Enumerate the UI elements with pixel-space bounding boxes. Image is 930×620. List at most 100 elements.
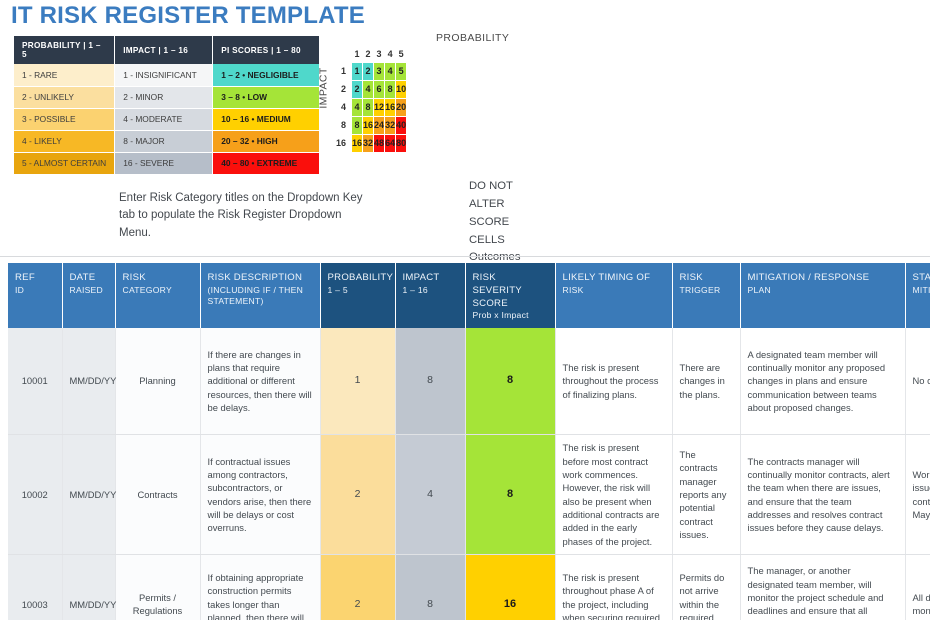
matrix-score-cell: 48 [373,133,386,153]
matrix-score-cell: 4 [384,61,397,81]
matrix-corner-cell [336,46,352,62]
matrix-score-cell: 16 [362,115,375,135]
matrix-row: 4 4 8 12 16 20 [336,97,408,117]
legend-row: 2 - UNLIKELY 2 - MINOR 3 – 8 • LOW [14,86,319,109]
cell-date-raised[interactable]: MM/DD/YY [62,554,116,620]
register-header-mitigation-response: MITIGATION / RESPONSE PLAN [740,263,906,328]
cell-risk-description[interactable]: If there are changes in plans that requi… [200,327,321,436]
header-line-secondary: PLAN [747,284,771,295]
cell-risk-description[interactable]: If contractual issues among contractors,… [200,434,321,555]
matrix-score-cell: 32 [384,115,397,135]
legend-impact-cell: 8 - MAJOR [114,130,214,153]
cell-likely-timing[interactable]: The risk is present before most contract… [555,434,673,555]
cell-ref-id[interactable]: 10003 [8,554,63,620]
cell-risk-category[interactable]: Contracts [115,434,201,555]
cell-risk-trigger[interactable]: There are changes in the plans. [672,327,741,436]
header-line-primary: DATE [69,272,96,283]
cell-date-raised[interactable]: MM/DD/YY [62,434,116,555]
header-line-primary: RISK [122,272,146,283]
cell-status-of-mitigation[interactable]: No current status update. [905,327,930,436]
register-header-probability: PROBABILITY 1 – 5 [320,263,396,328]
header-line-primary: RISK DESCRIPTION [207,272,303,283]
cell-date-raised[interactable]: MM/DD/YY [62,327,116,436]
matrix-x-tick: 4 [387,48,393,59]
cell-risk-description[interactable]: If obtaining appropriate construction pe… [200,554,321,620]
risk-key-legend-table: PROBABILITY | 1 – 5 IMPACT | 1 – 16 PI S… [14,36,319,175]
matrix-score-cell: 8 [384,79,397,99]
legend-row: 4 - LIKELY 8 - MAJOR 20 – 32 • HIGH [14,130,319,153]
note-dropdown-key: Enter Risk Category titles on the Dropdo… [119,192,363,239]
legend-score-cell: 3 – 8 • LOW [212,86,319,109]
cell-risk-trigger[interactable]: Permits do not arrive within the require… [672,554,741,620]
cell-ref-id[interactable]: 10001 [8,327,63,436]
cell-impact[interactable]: 8 [395,327,466,436]
matrix-score-cell: 16 [351,133,364,153]
cell-impact[interactable]: 4 [395,434,466,555]
register-header-risk: RISK TRIGGER [672,263,741,328]
matrix-x-tick: 5 [398,48,404,59]
matrix-y-tick: 1 [341,66,347,76]
cell-likely-timing[interactable]: The risk is present throughout phase A o… [555,554,673,620]
matrix-score-cell: 80 [395,133,408,153]
header-line-secondary: TRIGGER [679,284,721,295]
cell-ref-id[interactable]: 10002 [8,434,63,555]
register-header-impact: IMPACT 1 – 16 [395,263,466,328]
cell-risk-severity-score: 16 [465,554,556,620]
register-header-ref: REF ID [8,263,63,328]
cell-impact[interactable]: 8 [395,554,466,620]
table-row[interactable]: 10002 MM/DD/YY Contracts If contractual iss… [8,434,930,555]
cell-likely-timing[interactable]: The risk is present throughout the proce… [555,327,673,436]
matrix-row: 16 16 32 48 64 80 [336,133,408,153]
legend-score-cell: 1 – 2 • NEGLIGIBLE [212,64,319,87]
matrix-row: 8 8 16 24 32 40 [336,115,408,135]
matrix-x-tick: 2 [365,48,371,59]
table-row[interactable]: 10003 MM/DD/YY Permits / Regulations If obt… [8,554,930,620]
section-divider [0,256,930,257]
legend-row: 1 - RARE 1 - INSIGNIFICANT 1 – 2 • NEGLIGI… [14,64,319,87]
cell-probability[interactable]: 1 [320,327,396,436]
cell-status-of-mitigation[interactable]: Working to resolve unresolved issues wit… [905,434,930,555]
cell-status-of-mitigation[interactable]: All deadlines currently being monitored. [905,554,930,620]
header-line-primary: PROBABILITY [327,272,394,283]
cell-probability[interactable]: 2 [320,434,396,555]
legend-probability-cell: 4 - LIKELY [14,130,116,153]
matrix-score-cell: 4 [351,97,364,117]
cell-mitigation-plan[interactable]: The contracts manager will continually m… [740,434,906,555]
matrix-grid: 12345 1 1 2 3 4 5 2 2 4 6 8 10 4 4 8 12 16 20 8 8 16 24 32 40 16… [336,46,408,153]
matrix-score-cell: 32 [362,133,375,153]
matrix-row: 112345 [336,61,408,81]
matrix-score-cell: 6 [373,79,386,99]
cell-mitigation-plan[interactable]: The manager, or another designated team … [740,554,906,620]
cell-mitigation-plan[interactable]: A designated team member will continuall… [740,327,906,436]
header-line-secondary: RAISED [69,284,103,295]
matrix-score-cell: 8 [351,115,364,135]
table-row[interactable]: 10001 MM/DD/YY Planning If there are change… [8,327,930,436]
matrix-score-cell: 2 [362,61,375,81]
matrix-y-tick: 16 [336,138,347,148]
matrix-score-cell: 64 [384,133,397,153]
risk-register-table: REF ID DATE RAISED RISK CATEGORY RISK DESCRIPT… [8,263,930,620]
cell-risk-category[interactable]: Permits / Regulations [115,554,201,620]
header-line-primary: LIKELY TIMING OF [562,272,651,283]
matrix-score-cell: 20 [395,97,408,117]
legend-probability-cell: 1 - RARE [14,64,116,87]
header-line-secondary: CATEGORY [122,284,172,295]
matrix-y-tick: 4 [341,102,347,112]
matrix-impact-axis-label: IMPACT [317,67,330,109]
legend-header-probability: PROBABILITY | 1 – 5 [14,36,116,64]
cell-risk-category[interactable]: Planning [115,327,201,436]
cell-probability[interactable]: 2 [320,554,396,620]
matrix-score-cell: 5 [395,61,408,81]
matrix-score-cell: 10 [395,79,408,99]
header-line-secondary: Prob x Impact [472,310,529,321]
register-header-risk-severity-score: RISK SEVERITY SCORE Prob x Impact [465,263,556,328]
register-header-likely-timing-of: LIKELY TIMING OF RISK [555,263,673,328]
header-line-primary: STATUS OF [912,272,930,283]
matrix-x-tick: 1 [354,48,360,59]
matrix-y-tick: 8 [341,120,347,130]
legend-row: 5 - ALMOST CERTAIN 16 - SEVERE 40 – 80 • E… [14,152,319,175]
cell-risk-trigger[interactable]: The contracts manager reports any potent… [672,434,741,555]
register-header-risk: RISK CATEGORY [115,263,201,328]
register-header-risk-description: RISK DESCRIPTION (INCLUDING IF / THEN STA… [200,263,321,328]
legend-score-cell: 10 – 16 • MEDIUM [212,108,319,131]
